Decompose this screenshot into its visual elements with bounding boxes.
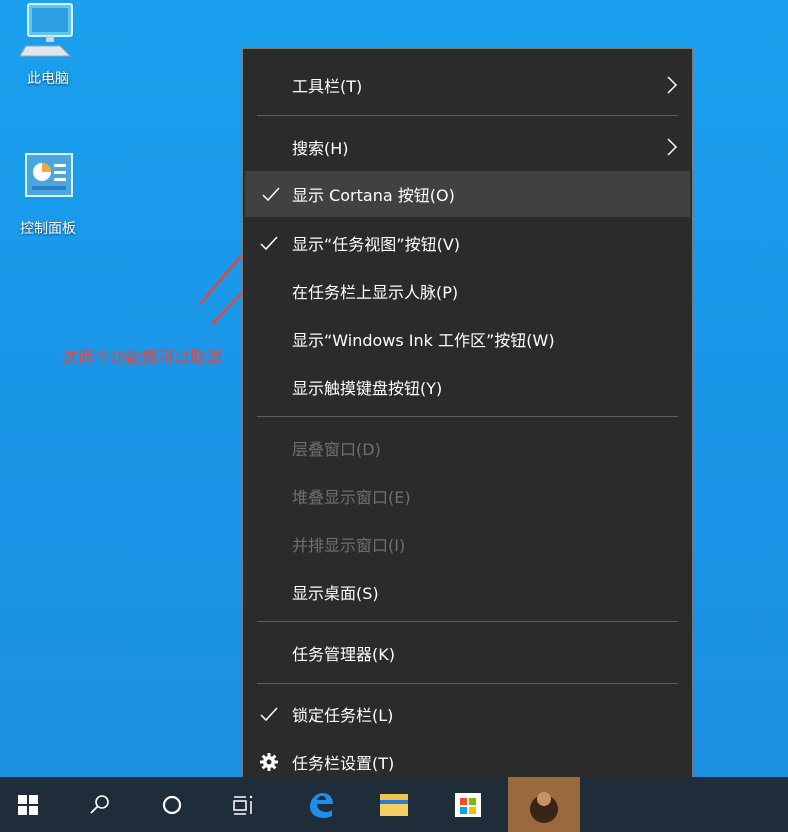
annotation-text: 这两个功能都可以取消 [62, 348, 223, 367]
menu-item-lock-taskbar[interactable]: 锁定任务栏(L) [243, 691, 692, 737]
store-icon [455, 792, 481, 817]
menu-separator [257, 621, 678, 622]
menu-item-label: 堆叠显示窗口(E) [292, 488, 411, 507]
task-view-button[interactable] [216, 777, 272, 832]
menu-item-show-touch-keyboard-button[interactable]: 显示触摸键盘按钮(Y) [243, 364, 692, 410]
store-button[interactable] [440, 777, 496, 832]
menu-item-search[interactable]: 搜索(H) [243, 124, 692, 170]
menu-item-show-people[interactable]: 在任务栏上显示人脉(P) [243, 268, 692, 314]
menu-item-show-desktop[interactable]: 显示桌面(S) [243, 569, 692, 615]
checkmark-icon [260, 707, 278, 722]
this-pc-icon [19, 3, 73, 57]
menu-item-label: 显示触摸键盘按钮(Y) [292, 379, 443, 398]
menu-item-label: 工具栏(T) [292, 77, 363, 96]
search-icon [90, 794, 109, 814]
cortana-button[interactable] [144, 777, 200, 832]
menu-item-label: 显示 Cortana 按钮(O) [292, 186, 455, 205]
taskbar [0, 777, 788, 832]
menu-item-label: 显示“任务视图”按钮(V) [292, 235, 461, 254]
search-button[interactable] [72, 777, 128, 832]
taskbar-context-menu: 工具栏(T) 搜索(H) 显示 Cortana 按钮(O) 显示“任务视图”按钮… [242, 48, 693, 797]
desktop-icon-this-pc[interactable]: 此电脑 [8, 0, 88, 88]
menu-item-label: 搜索(H) [292, 139, 349, 158]
menu-item-label: 层叠窗口(D) [292, 440, 381, 459]
file-explorer-button[interactable] [366, 777, 422, 832]
start-button[interactable] [0, 777, 56, 832]
chevron-right-icon [667, 76, 678, 94]
app-button[interactable] [508, 777, 580, 832]
menu-item-show-cortana-button[interactable]: 显示 Cortana 按钮(O) [245, 171, 690, 217]
checkmark-icon [260, 236, 278, 251]
windows-start-icon [18, 794, 38, 815]
menu-item-label: 任务栏设置(T) [292, 754, 395, 773]
menu-item-label: 显示“Windows Ink 工作区”按钮(W) [292, 331, 555, 350]
desktop-icon-label: 此电脑 [27, 71, 69, 87]
edge-icon [310, 792, 333, 818]
menu-item-side-by-side-windows: 并排显示窗口(I) [243, 521, 692, 567]
menu-item-label: 任务管理器(K) [292, 645, 395, 664]
menu-item-label: 在任务栏上显示人脉(P) [292, 283, 459, 302]
checkmark-icon [262, 187, 280, 202]
menu-item-stack-windows: 堆叠显示窗口(E) [243, 473, 692, 519]
desktop-icon-control-panel[interactable]: 控制面板 [8, 150, 88, 238]
desktop-icon-label: 控制面板 [20, 221, 76, 237]
menu-item-cascade-windows: 层叠窗口(D) [243, 425, 692, 471]
menu-item-show-windows-ink-button[interactable]: 显示“Windows Ink 工作区”按钮(W) [243, 316, 692, 362]
chevron-right-icon [667, 138, 678, 156]
control-panel-icon [25, 153, 73, 197]
menu-separator [257, 683, 678, 684]
file-explorer-icon [380, 793, 408, 816]
menu-item-show-task-view-button[interactable]: 显示“任务视图”按钮(V) [243, 220, 692, 266]
gear-icon [260, 753, 278, 771]
menu-item-toolbars[interactable]: 工具栏(T) [243, 62, 692, 108]
menu-item-label: 锁定任务栏(L) [292, 706, 394, 725]
menu-item-label: 并排显示窗口(I) [292, 536, 406, 555]
cortana-icon [162, 795, 182, 814]
task-view-icon [233, 795, 253, 815]
app-icon [530, 791, 558, 823]
menu-separator [257, 115, 678, 116]
menu-separator [257, 416, 678, 417]
edge-button[interactable] [292, 777, 348, 832]
menu-item-label: 显示桌面(S) [292, 584, 379, 603]
menu-item-task-manager[interactable]: 任务管理器(K) [243, 630, 692, 676]
